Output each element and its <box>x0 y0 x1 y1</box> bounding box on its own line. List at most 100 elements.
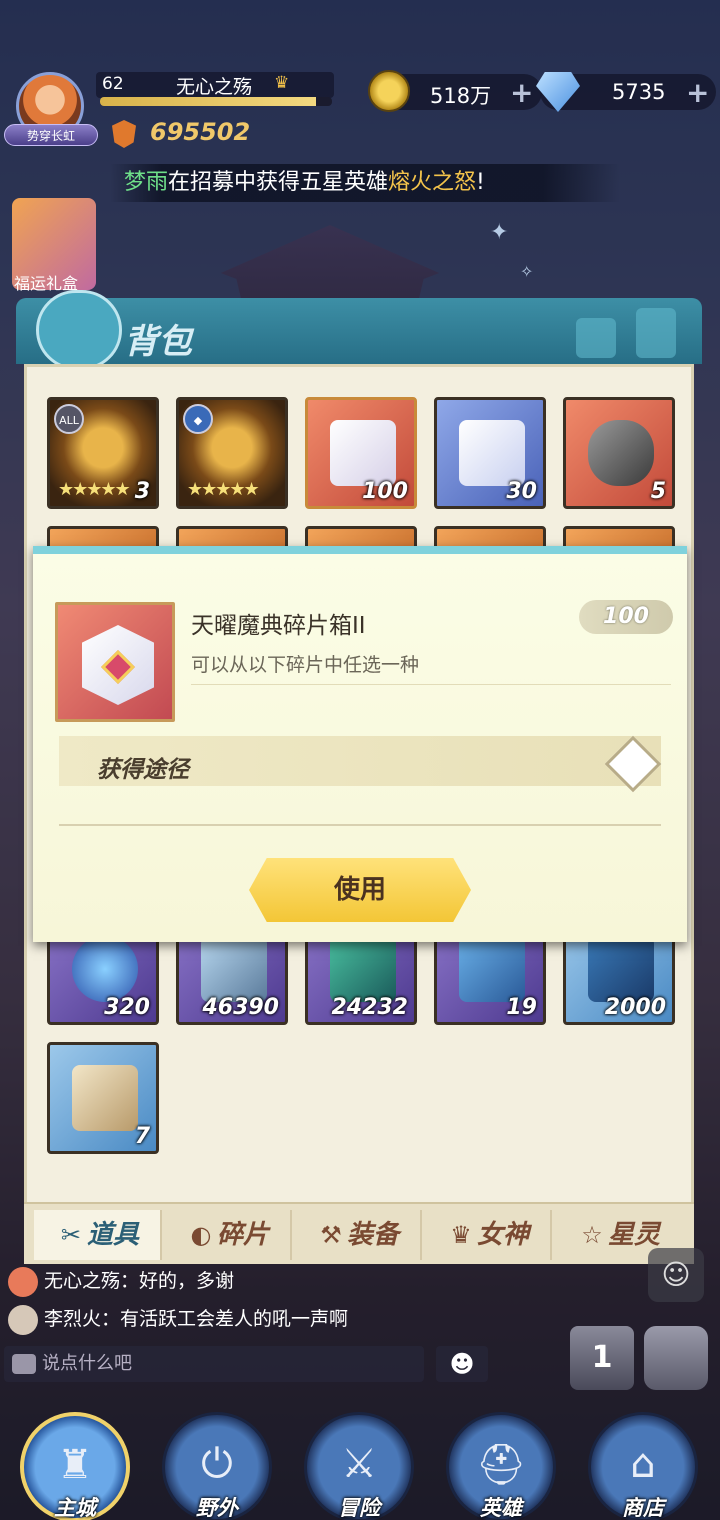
badge-element: ◆ <box>183 404 213 434</box>
tab-fragments[interactable]: ◐ 碎片 <box>164 1210 292 1260</box>
item-count: 30 <box>506 479 537 504</box>
divider <box>59 824 661 826</box>
sword-icon: ⚔ <box>341 1441 377 1487</box>
announce-end: ! <box>476 170 485 195</box>
nav-label: 野外 <box>196 1496 238 1520</box>
fragments-tab-icon: ◐ <box>190 1221 212 1249</box>
item-count: 3 <box>134 479 150 504</box>
item-count: 5 <box>650 479 666 504</box>
item-count: 46390 <box>202 995 279 1020</box>
bag-title: 背包 <box>124 322 192 362</box>
tab-label: 道具 <box>86 1220 139 1250</box>
player-title-tag: 势穿长虹 <box>4 124 98 146</box>
gold-coin-icon <box>368 70 410 112</box>
helmet-icon: ⛑ <box>475 1442 527 1488</box>
sparkle-icon: ✧ <box>520 262 534 281</box>
nav-label: 主城 <box>54 1496 96 1520</box>
chat-input[interactable]: 说点什么吧 <box>4 1346 424 1382</box>
player-name: 无心之殇 <box>176 76 253 98</box>
item-slot[interactable]: 7 <box>47 1042 159 1154</box>
items-tab-icon: ✂ <box>60 1221 82 1249</box>
nav-label: 商店 <box>622 1496 664 1520</box>
chat-avatar <box>8 1304 38 1335</box>
chat-message: 无心之殇：好的，多谢 <box>8 1266 235 1297</box>
nav-label: 英雄 <box>480 1496 522 1520</box>
item-owned-count: 100 <box>579 600 673 634</box>
friends-icon[interactable]: ☺ <box>648 1248 704 1302</box>
add-diamond-button[interactable]: + <box>686 76 709 109</box>
star-rating: ★★★★★ <box>187 479 260 500</box>
star-rating: ★★★★★ <box>58 479 131 500</box>
chat-text: 好的，多谢 <box>139 1270 235 1292</box>
item-slot[interactable]: ALL ★★★★★ 3 <box>47 397 159 509</box>
add-gold-button[interactable]: + <box>510 76 533 109</box>
use-button[interactable]: 使用 <box>249 858 471 922</box>
canister-art <box>588 420 654 486</box>
item-slot[interactable]: ◆ ★★★★★ <box>176 397 288 509</box>
item-count: 100 <box>362 479 408 504</box>
xp-fill <box>100 97 316 106</box>
gold-amount: 518万 <box>430 84 492 108</box>
diamond-amount: 5735 <box>612 80 666 104</box>
item-icon <box>55 602 175 722</box>
tab-label: 碎片 <box>216 1220 269 1250</box>
backpack-icon <box>36 290 122 370</box>
item-slot[interactable]: 5 <box>563 397 675 509</box>
item-count: 24232 <box>331 995 408 1020</box>
item-count: 320 <box>104 995 150 1020</box>
ranking-button[interactable]: 1 <box>570 1326 634 1390</box>
xp-bar <box>100 97 332 106</box>
cat-deco-icon <box>576 318 616 358</box>
announcement-banner: 梦雨在招募中获得五星英雄熔火之怒! <box>110 164 620 202</box>
chat-separator: ： <box>101 1308 121 1330</box>
item-slot[interactable]: 30 <box>434 397 546 509</box>
badge-all: ALL <box>54 404 84 434</box>
tab-label: 装备 <box>346 1220 399 1250</box>
item-count: 7 <box>134 1124 150 1149</box>
combat-power: 695502 <box>150 118 251 146</box>
divider <box>191 684 671 685</box>
tab-label: 女神 <box>476 1220 529 1250</box>
potion-art <box>72 936 138 1002</box>
equipment-tab-icon: ⚒ <box>320 1221 342 1249</box>
crystal-art <box>330 936 396 1002</box>
crystal-art <box>201 936 267 1002</box>
tab-items[interactable]: ✂ 道具 <box>34 1210 162 1260</box>
portal-icon: ⏻ <box>201 1441 233 1487</box>
item-name: 天曜魔典碎片箱II <box>191 613 366 639</box>
backpack-button[interactable] <box>644 1326 708 1390</box>
cube-art <box>459 420 525 486</box>
bag-deco-icon <box>636 308 676 358</box>
bag-tabs: ✂ 道具 ◐ 碎片 ⚒ 装备 ♛ 女神 ☆ 星灵 <box>24 1202 694 1264</box>
source-label: 获得途径 <box>97 757 189 783</box>
announce-hero: 熔火之怒 <box>388 170 477 195</box>
chat-avatar <box>8 1266 38 1297</box>
emoji-button[interactable]: ☻ <box>436 1346 488 1382</box>
chat-message: 李烈火：有活跃工会差人的吼一声啊 <box>8 1304 349 1335</box>
scroll-art <box>72 1065 138 1131</box>
player-level: 62 <box>102 74 124 94</box>
chat-user: 无心之殇 <box>44 1270 121 1292</box>
scroll-art <box>459 936 525 1002</box>
tab-label: 星灵 <box>607 1220 660 1250</box>
chat-user: 李烈火 <box>44 1308 102 1330</box>
shop-icon: ⌂ <box>630 1441 656 1487</box>
star-spirit-tab-icon: ☆ <box>581 1221 603 1249</box>
item-count: 2000 <box>604 995 666 1020</box>
tab-goddess[interactable]: ♛ 女神 <box>424 1210 552 1260</box>
announce-text: 在招募中获得五星英雄 <box>168 170 389 195</box>
item-description: 可以从以下碎片中任选一种 <box>191 654 420 676</box>
castle-icon: ♜ <box>57 1442 93 1488</box>
item-detail-popup: 天曜魔典碎片箱II 100 可以从以下碎片中任选一种 获得途径 使用 <box>33 546 687 942</box>
cube-art <box>330 420 396 486</box>
item-count: 19 <box>506 995 537 1020</box>
goddess-tab-icon: ♛ <box>450 1221 472 1249</box>
chat-separator: ： <box>120 1270 140 1292</box>
crown-icon: ♛ <box>274 73 290 93</box>
item-slot-selected[interactable]: 100 <box>305 397 417 509</box>
stone-art <box>588 936 654 1002</box>
sparkle-icon: ✦ <box>490 220 509 245</box>
chat-text: 有活跃工会差人的吼一声啊 <box>120 1308 349 1330</box>
chat-bubble-icon <box>12 1354 36 1374</box>
tab-equipment[interactable]: ⚒ 装备 <box>294 1210 422 1260</box>
